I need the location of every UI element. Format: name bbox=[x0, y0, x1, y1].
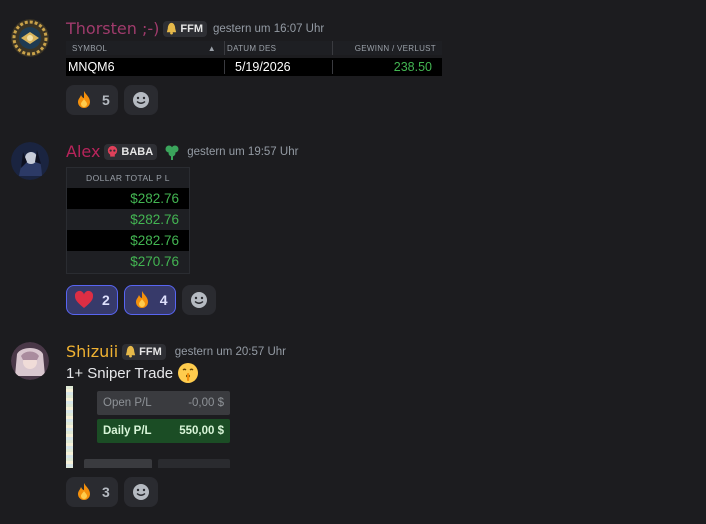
fire-emoji-icon bbox=[135, 291, 148, 308]
timestamp: gestern um 19:57 Uhr bbox=[187, 145, 299, 158]
reactions-1: 5 bbox=[66, 85, 158, 115]
add-emoji-icon bbox=[190, 292, 207, 308]
table-row: $282.76 bbox=[130, 212, 179, 227]
add-reaction-button[interactable] bbox=[123, 85, 158, 115]
table-header: DOLLAR TOTAL P L bbox=[86, 173, 170, 183]
embed-color-strip bbox=[66, 386, 73, 468]
open-pl-row: Open P/L -0,00 $ bbox=[97, 391, 230, 415]
reaction-heart[interactable]: 2 bbox=[66, 285, 118, 315]
avatar-thorsten[interactable] bbox=[11, 19, 49, 57]
username[interactable]: Shizuii bbox=[66, 342, 118, 361]
open-pl-value: -0,00 $ bbox=[188, 397, 224, 409]
server-tag[interactable]: FFM bbox=[122, 343, 166, 360]
reactions-2: 2 4 bbox=[66, 285, 216, 315]
bell-icon bbox=[167, 22, 177, 35]
fire-emoji-icon bbox=[78, 483, 90, 500]
add-emoji-icon bbox=[132, 484, 149, 500]
fire-emoji-icon bbox=[78, 91, 90, 108]
reactions-3: 3 bbox=[66, 477, 158, 507]
reaction-fire[interactable]: 4 bbox=[123, 285, 176, 315]
cell-symbol: MNQM6 bbox=[68, 60, 115, 74]
shushing-face-emoji-icon bbox=[178, 363, 199, 383]
server-tag[interactable]: BABA bbox=[104, 143, 158, 160]
timestamp: gestern um 16:07 Uhr bbox=[212, 22, 325, 35]
table-header: SYMBOL ▲ DATUM DES GEWINN / VERLUST bbox=[66, 41, 442, 55]
table-row: $282.76 bbox=[67, 230, 189, 251]
table-row: $282.76 bbox=[67, 188, 189, 209]
pl-table: DOLLAR TOTAL P L $282.76 $282.76 $282.76… bbox=[66, 167, 190, 274]
message-header-1: Thorsten ;-) FFM gestern um 16:07 Uhr bbox=[66, 19, 324, 38]
open-pl-label: Open P/L bbox=[103, 397, 152, 409]
heart-emoji-icon bbox=[74, 290, 94, 308]
tag-label: FFM bbox=[180, 22, 203, 35]
daily-pl-row: Daily P/L 550,00 $ bbox=[97, 419, 230, 443]
bell-icon bbox=[126, 345, 136, 358]
trade-screenshot-embed[interactable]: Open P/L -0,00 $ Daily P/L 550,00 $ bbox=[66, 386, 230, 468]
server-tag[interactable]: FFM bbox=[163, 20, 207, 37]
username[interactable]: Thorsten ;-) bbox=[66, 19, 159, 38]
message-header-3: Shizuii FFM gestern um 20:57 Uhr bbox=[66, 342, 286, 361]
reaction-count: 5 bbox=[102, 92, 110, 108]
reaction-fire[interactable]: 3 bbox=[66, 477, 118, 507]
sort-asc-icon: ▲ bbox=[207, 44, 216, 53]
add-reaction-button[interactable] bbox=[123, 477, 158, 507]
tag-label: BABA bbox=[121, 145, 154, 158]
reaction-fire[interactable]: 5 bbox=[66, 85, 118, 115]
column-header-date[interactable]: DATUM DES bbox=[224, 41, 332, 55]
cut-off-row bbox=[84, 459, 152, 468]
message-header-2: Alex BABA gestern um 19:57 Uhr bbox=[66, 142, 298, 161]
avatar-alex[interactable] bbox=[11, 142, 49, 180]
table-row: $270.76 bbox=[130, 254, 179, 269]
daily-pl-label: Daily P/L bbox=[103, 425, 152, 437]
add-reaction-button[interactable] bbox=[181, 285, 216, 315]
message-text: 1+ Sniper Trade bbox=[66, 362, 199, 384]
daily-pl-value: 550,00 $ bbox=[179, 425, 224, 437]
add-emoji-icon bbox=[132, 92, 149, 108]
table-row: MNQM6 5/19/2026 238.50 bbox=[66, 58, 442, 76]
trade-table: SYMBOL ▲ DATUM DES GEWINN / VERLUST MNQM… bbox=[66, 41, 442, 76]
cell-date: 5/19/2026 bbox=[224, 60, 332, 74]
column-header-gain[interactable]: GEWINN / VERLUST bbox=[332, 41, 442, 55]
avatar-shizuii[interactable] bbox=[11, 342, 49, 380]
reaction-count: 3 bbox=[102, 484, 110, 500]
tag-label: FFM bbox=[139, 345, 162, 358]
reaction-count: 2 bbox=[102, 292, 110, 308]
role-badge-icon bbox=[163, 143, 181, 161]
reaction-count: 4 bbox=[159, 292, 168, 308]
skull-icon bbox=[108, 145, 118, 157]
username[interactable]: Alex bbox=[66, 142, 100, 161]
column-header-symbol[interactable]: SYMBOL ▲ bbox=[66, 41, 224, 55]
cut-off-row bbox=[158, 459, 230, 468]
cell-gain: 238.50 bbox=[332, 60, 442, 74]
timestamp: gestern um 20:57 Uhr bbox=[174, 345, 287, 358]
